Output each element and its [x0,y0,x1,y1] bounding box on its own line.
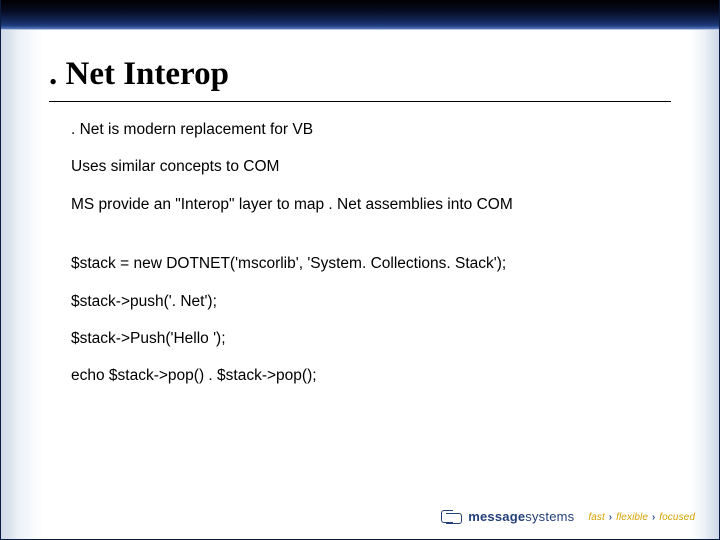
slide-content: . Net is modern replacement for VB Uses … [71,120,659,404]
brand-logo-icon [441,509,465,525]
tagline-word: fast [588,512,605,523]
slide-title: . Net Interop [49,56,671,102]
bullet-text: MS provide an "Interop" layer to map . N… [71,195,659,214]
code-line: echo $stack->pop() . $stack->pop(); [71,366,659,385]
chevron-right-icon: › [651,512,656,523]
spacer [71,232,659,254]
code-line: $stack->Push('Hello '); [71,329,659,348]
brand-word-2: systems [525,509,574,524]
brand-logo-text: messagesystems [468,509,574,525]
brand-tagline: fast › flexible › focused [588,512,695,523]
code-line: $stack = new DOTNET('mscorlib', 'System.… [71,254,659,273]
tagline-word: flexible [616,512,648,523]
slide-footer: messagesystems fast › flexible › focused [441,509,695,525]
code-line: $stack->push('. Net'); [71,292,659,311]
bullet-text: Uses similar concepts to COM [71,157,659,176]
brand-word-1: message [468,509,525,524]
slide-top-bar [1,0,719,30]
bullet-text: . Net is modern replacement for VB [71,120,659,139]
tagline-word: focused [659,512,695,523]
brand-logo: messagesystems [441,509,574,525]
chevron-right-icon: › [608,512,613,523]
slide: . Net Interop . Net is modern replacemen… [0,0,720,540]
